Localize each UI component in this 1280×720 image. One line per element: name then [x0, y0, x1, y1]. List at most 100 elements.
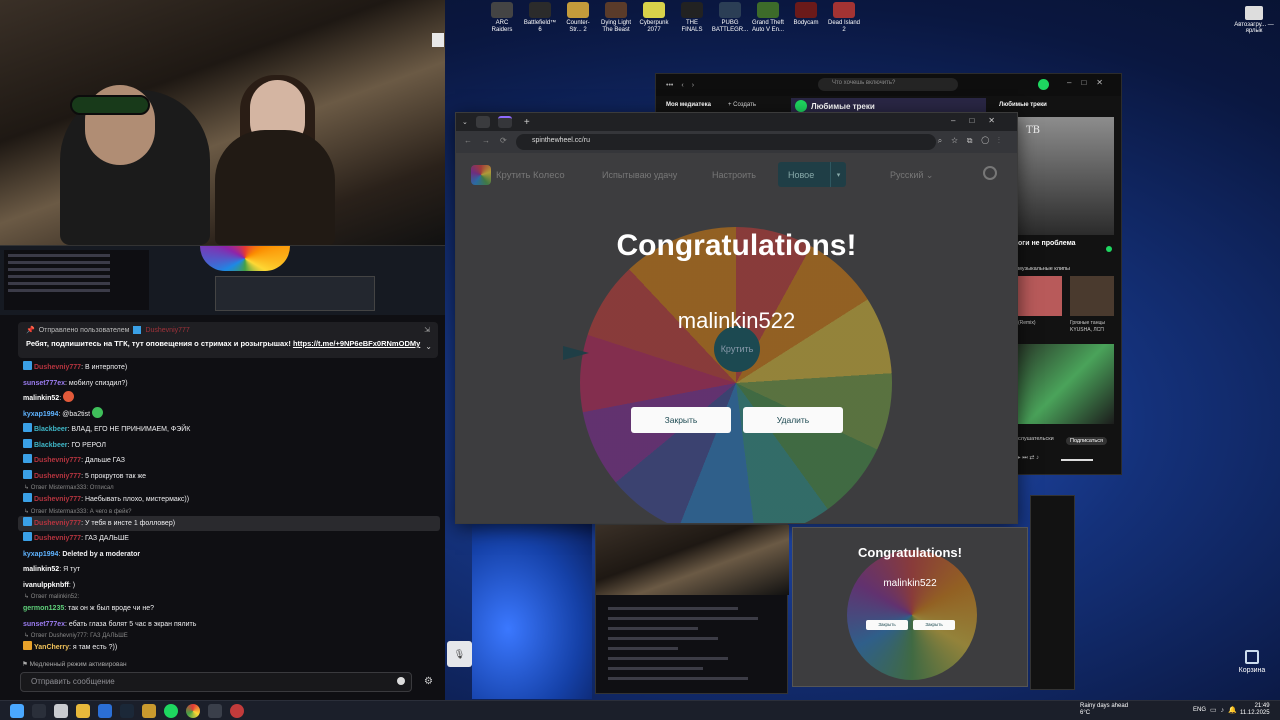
site-logo-icon[interactable] [471, 165, 491, 185]
toolbar-icons[interactable]: ⌕☆⧉◯⋮ [938, 136, 1009, 146]
desktop-icon[interactable]: Grand Theft Auto V En... [751, 2, 785, 34]
chat-username[interactable]: kyxap1994 [23, 551, 58, 558]
chat-message[interactable]: sunset777ex: ебать глаза болят 5 час в э… [18, 617, 440, 633]
chat-message[interactable]: ivanulppknbff: ) [18, 578, 440, 594]
reply-context[interactable]: ↳ Ответ Mistermax333: А чего в фейк? [18, 508, 440, 516]
recycle-bin[interactable]: Корзина [1236, 650, 1268, 674]
chat-message[interactable]: malinkin52: [18, 391, 440, 407]
chat-message[interactable]: YanCherry: я там есть ?)) [18, 640, 440, 656]
language-indicator[interactable]: ENG [1193, 707, 1206, 713]
pinned-user[interactable]: Dushevniy777 [145, 327, 189, 334]
new-wheel-button[interactable]: Новое ▾ [778, 162, 846, 187]
pinned-message[interactable]: 📌 Отправлено пользователем Dushevniy777 … [18, 322, 438, 358]
chrome-icon[interactable] [186, 704, 200, 718]
new-tab-icon[interactable]: + [524, 117, 530, 128]
chat-message[interactable]: kyxap1994: @ba2tist [18, 406, 440, 423]
music-search-input[interactable]: Что хочешь включить? [818, 78, 958, 91]
chat-username[interactable]: Dushevniy777 [34, 496, 81, 503]
unpin-icon[interactable]: ⇲ [424, 326, 430, 334]
tab-other[interactable] [475, 116, 490, 128]
pinned-link[interactable]: https://t.me/+9NP6eBFx0RNmODMy [293, 339, 420, 348]
chat-username[interactable]: Dushevniy777 [34, 520, 81, 527]
chat-message[interactable]: Blackbeer: ВЛАД, ЕГО НЕ ПРИНИМАЕМ, ФЭЙК [18, 422, 440, 438]
task-view-icon[interactable] [54, 704, 68, 718]
nav-icons[interactable]: ←→⟳ [464, 136, 517, 145]
chat-message[interactable]: Dushevniy777: В интерпоте) [18, 360, 440, 376]
chat-username[interactable]: Blackbeer [34, 442, 67, 449]
desktop-icon[interactable]: Counter-Str... 2 [561, 2, 595, 34]
reply-context[interactable]: ↳ Ответ malinkin52: [18, 593, 440, 601]
close-button[interactable]: Закрыть [631, 407, 731, 433]
library-label[interactable]: Моя медиатека [666, 102, 711, 108]
desktop-icon[interactable]: Dead Island 2 [827, 2, 861, 34]
delete-button[interactable]: Удалить [743, 407, 843, 433]
app-icon[interactable] [208, 704, 222, 718]
album-cover[interactable]: TB [1018, 117, 1114, 235]
site-name[interactable]: Крутить Колесо [496, 170, 565, 181]
chat-message[interactable]: sunset777ex: мобилу спиздил?) [18, 376, 440, 392]
chat-username[interactable]: kyxap1994 [23, 411, 58, 418]
chat-message[interactable]: Dushevniy777: 5 прокрутов так же [18, 469, 440, 485]
chevron-down-icon[interactable]: ▾ [830, 162, 846, 187]
reply-context[interactable]: ↳ Ответ Dushevniy777: ГАЗ ДАЛЬШЕ [18, 632, 440, 640]
language-select[interactable]: Русский ⌄ [890, 170, 933, 181]
desktop-icon[interactable]: Cyberpunk 2077 [637, 2, 671, 34]
chat-username[interactable]: malinkin52 [23, 566, 59, 573]
chat-username[interactable]: Blackbeer [34, 426, 67, 433]
photos-icon[interactable] [98, 704, 112, 718]
liked-icon[interactable] [1106, 246, 1112, 252]
volume-slider[interactable] [1061, 459, 1093, 461]
gear-icon[interactable]: ⚙ [424, 676, 433, 687]
chat-message[interactable]: Dushevniy777: Наебывать плохо, мистермак… [18, 492, 440, 508]
forward-icon[interactable]: › [692, 82, 694, 89]
chat-message[interactable]: malinkin52: Я тут [18, 562, 440, 578]
tab-spinthewheel[interactable] [497, 116, 512, 128]
reply-context[interactable]: ↳ Ответ Mistermax333: Отписал [18, 484, 440, 492]
desktop-icon[interactable]: THE FINALS [675, 2, 709, 34]
chat-input[interactable]: Отправить сообщение [20, 672, 412, 692]
chat-username[interactable]: sunset777ex [23, 621, 65, 628]
desktop-icon[interactable]: Dying Light The Beast [599, 2, 633, 34]
chat-message[interactable]: Dushevniy777: У тебя в инсте 1 фолловер) [18, 515, 440, 531]
scrollbar-thumb[interactable] [432, 33, 444, 47]
back-icon[interactable]: ‹ [681, 82, 683, 89]
chat-message[interactable]: Dushevniy777: Дальше ГАЗ [18, 453, 440, 469]
chat-username[interactable]: ivanulppknbff [23, 582, 69, 589]
explorer-icon[interactable] [76, 704, 90, 718]
app-icon[interactable] [142, 704, 156, 718]
start-button[interactable] [10, 704, 24, 718]
play-icon[interactable] [795, 100, 807, 112]
mic-icon[interactable]: 🎙 [447, 641, 472, 667]
clock[interactable]: 21:49 11.12.2025 [1240, 703, 1270, 717]
menu-dots-icon[interactable]: ••• [666, 82, 673, 89]
chat-username[interactable]: YanCherry [34, 644, 69, 651]
obs-icon[interactable] [230, 704, 244, 718]
system-tray-icons[interactable]: ▭♪🔔 [1210, 706, 1241, 714]
url-input[interactable]: spinthewheel.cc/ru [516, 134, 936, 150]
search-icon[interactable] [983, 166, 997, 180]
desktop-icon[interactable]: Bodycam [789, 2, 823, 34]
nav-link-settings[interactable]: Настроить [712, 170, 756, 180]
chat-message[interactable]: kyxap1994: Deleted by a moderator [18, 547, 440, 563]
weather-widget[interactable]: Rainy days ahead 6°C [1080, 703, 1128, 717]
create-button[interactable]: + Создать [728, 102, 756, 108]
steam-icon[interactable] [120, 704, 134, 718]
desktop-icon[interactable]: Battlefield™ 6 [523, 2, 557, 34]
avatar[interactable] [1038, 79, 1049, 90]
desktop-icon[interactable]: PUBG BATTLEGR... [712, 2, 748, 34]
browser-window-controls[interactable]: –□✕ [951, 116, 1009, 125]
video-tile[interactable] [1070, 276, 1114, 316]
artist-image[interactable] [1018, 344, 1114, 424]
chat-message[interactable]: Blackbeer: ГО РЕРОЛ [18, 438, 440, 454]
chat-username[interactable]: Dushevniy777 [34, 457, 81, 464]
chat-message[interactable]: germon1235: так он ж был вроде чи не? [18, 601, 440, 617]
chat-username[interactable]: germon1235 [23, 605, 64, 612]
chat-username[interactable]: Dushevniy777 [34, 473, 81, 480]
desktop-icon[interactable]: ARC Raiders [485, 2, 519, 34]
chevron-down-icon[interactable]: ⌄ [425, 342, 432, 351]
chat-message[interactable]: Dushevniy777: ГАЗ ДАЛЬШЕ [18, 531, 440, 547]
spotify-icon[interactable] [164, 704, 178, 718]
window-controls[interactable]: –□✕ [1067, 78, 1113, 87]
desktop-shortcut-autostart[interactable]: Автозагру... — ярлык [1234, 6, 1274, 34]
spin-wheel[interactable] [580, 227, 892, 523]
